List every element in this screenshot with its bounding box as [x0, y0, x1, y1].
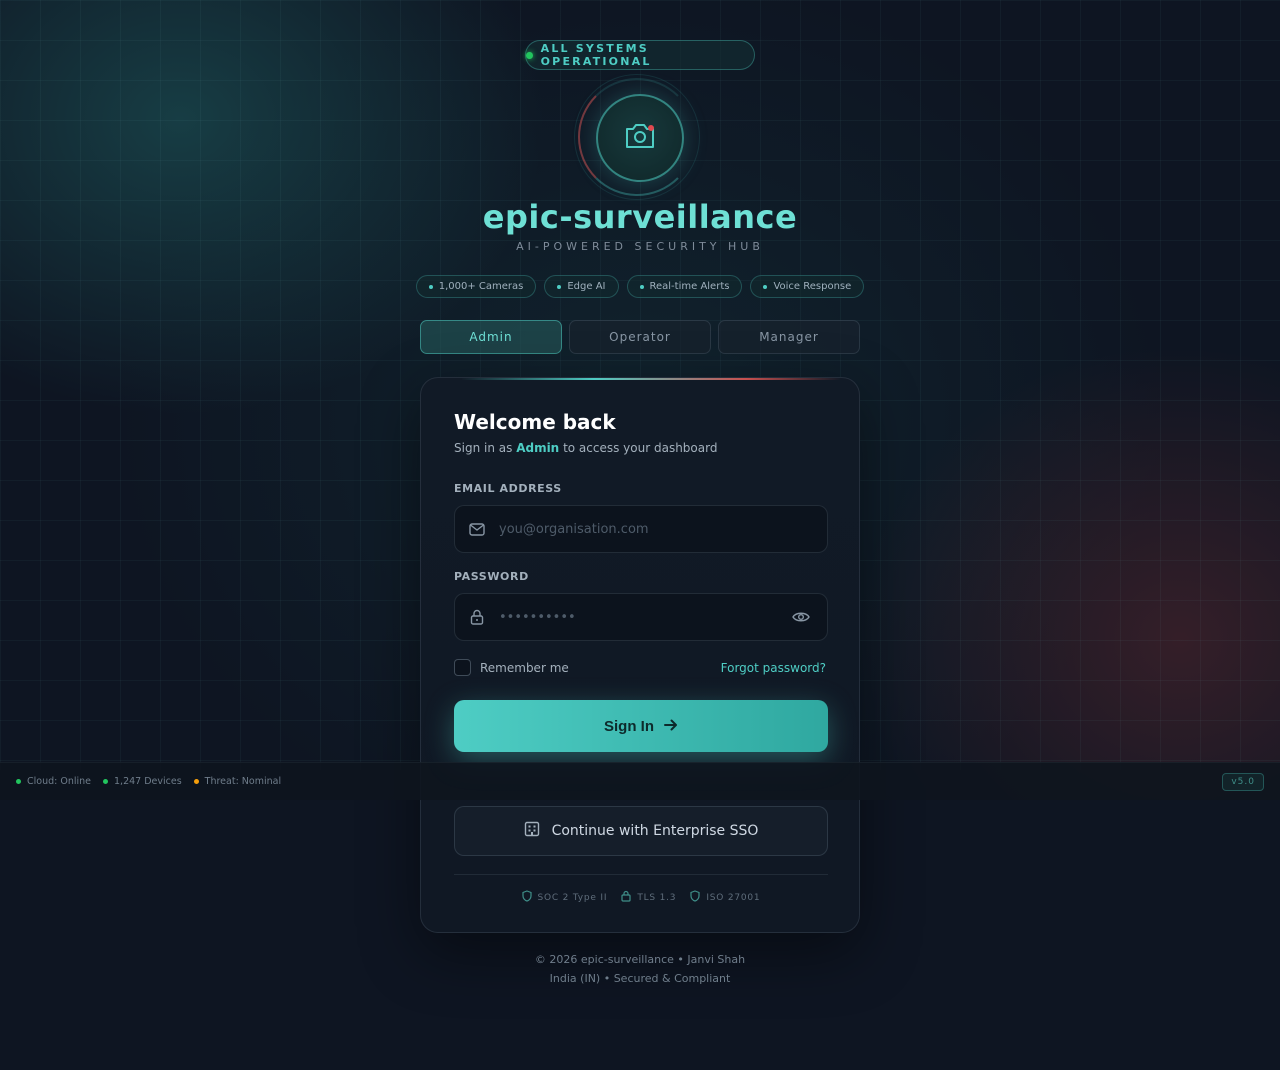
feature-chip-label: 1,000+ Cameras — [438, 281, 524, 292]
feature-chip: Real-time Alerts — [626, 275, 743, 298]
sign-in-button[interactable]: Sign In — [454, 700, 828, 752]
compliance-soc2: SOC 2 Type II — [521, 890, 608, 905]
logo-circle — [596, 94, 684, 182]
mail-icon — [455, 522, 499, 536]
card-divider — [454, 874, 828, 875]
welcome-title: Welcome back — [454, 410, 616, 434]
status-cloud: Cloud: Online — [16, 776, 91, 787]
enterprise-sso-button[interactable]: Continue with Enterprise SSO — [454, 806, 828, 856]
role-tab-manager[interactable]: Manager — [718, 320, 860, 354]
brand-subtitle: AI-POWERED SECURITY HUB — [516, 240, 764, 253]
password-input[interactable] — [499, 594, 775, 640]
email-field — [454, 505, 828, 553]
email-input[interactable] — [499, 506, 827, 552]
compliance-label: ISO 27001 — [706, 892, 761, 903]
subtitle-prefix: Sign in as — [454, 441, 513, 455]
subtitle-suffix: to access your dashboard — [563, 441, 718, 455]
status-threat-label: Threat: Nominal — [204, 776, 282, 787]
role-tab-operator[interactable]: Operator — [569, 320, 711, 354]
eye-icon[interactable] — [775, 611, 827, 623]
arrow-right-icon — [664, 718, 678, 735]
password-label: PASSWORD — [454, 570, 529, 583]
remember-label: Remember me — [480, 660, 569, 675]
footer-copyright: © 2026 epic-surveillance • Janvi Shah — [534, 953, 746, 966]
shield-icon — [690, 890, 700, 905]
status-indicator-dot — [103, 779, 108, 784]
bottom-status-bar: Cloud: Online 1,247 Devices Threat: Nomi… — [0, 762, 1280, 800]
chip-dot — [639, 284, 644, 289]
feature-chip: Edge AI — [544, 275, 619, 298]
camera-icon — [623, 121, 657, 155]
chip-dot — [557, 284, 562, 289]
system-status-pill: ALL SYSTEMS OPERATIONAL — [525, 40, 755, 70]
feature-chip: Voice Response — [750, 275, 865, 298]
feature-chip-label: Real-time Alerts — [649, 281, 730, 292]
version-badge: v5.0 — [1222, 773, 1264, 791]
status-devices: 1,247 Devices — [103, 776, 182, 787]
email-label: EMAIL ADDRESS — [454, 482, 562, 495]
status-dot — [526, 51, 533, 59]
role-tab-admin[interactable]: Admin — [420, 320, 562, 354]
brand-logo — [574, 72, 706, 204]
compliance-tls: TLS 1.3 — [621, 890, 676, 905]
lock-icon — [621, 890, 631, 905]
feature-chip-label: Voice Response — [773, 281, 852, 292]
chip-dot — [428, 284, 433, 289]
login-card: Welcome back Sign in as Admin to access … — [420, 377, 860, 933]
status-threat: Threat: Nominal — [193, 776, 282, 787]
compliance-label: SOC 2 Type II — [537, 892, 608, 903]
brand-title: epic-surveillance — [482, 198, 798, 236]
remember-me: Remember me — [454, 659, 569, 676]
feature-chip-label: Edge AI — [567, 281, 606, 292]
password-field — [454, 593, 828, 641]
building-icon — [524, 821, 540, 841]
subtitle-role: Admin — [516, 441, 560, 455]
remember-checkbox[interactable] — [454, 659, 471, 676]
card-accent-line — [461, 378, 841, 380]
status-cloud-label: Cloud: Online — [27, 776, 91, 787]
footer-location: India (IN) • Secured & Compliant — [549, 972, 731, 985]
system-status-text: ALL SYSTEMS OPERATIONAL — [540, 42, 652, 68]
compliance-label: TLS 1.3 — [637, 892, 677, 903]
status-indicator-dot — [193, 779, 199, 784]
shield-icon — [521, 890, 532, 905]
feature-chips: 1,000+ Cameras Edge AI Real-time Alerts … — [0, 275, 1280, 298]
compliance-badges: SOC 2 Type II TLS 1.3 ISO 27001 — [421, 890, 859, 905]
sso-label: Continue with Enterprise SSO — [551, 823, 759, 839]
status-devices-label: 1,247 Devices — [114, 776, 182, 787]
chip-dot — [763, 284, 768, 289]
lock-icon — [455, 609, 499, 625]
status-indicator-dot — [16, 779, 21, 784]
role-selector: Admin Operator Manager — [420, 320, 860, 354]
feature-chip: 1,000+ Cameras — [415, 275, 537, 298]
sign-in-label: Sign In — [604, 717, 654, 735]
compliance-iso: ISO 27001 — [690, 890, 760, 905]
forgot-password-link[interactable]: Forgot password? — [721, 661, 826, 675]
welcome-subtitle: Sign in as Admin to access your dashboar… — [454, 441, 717, 455]
